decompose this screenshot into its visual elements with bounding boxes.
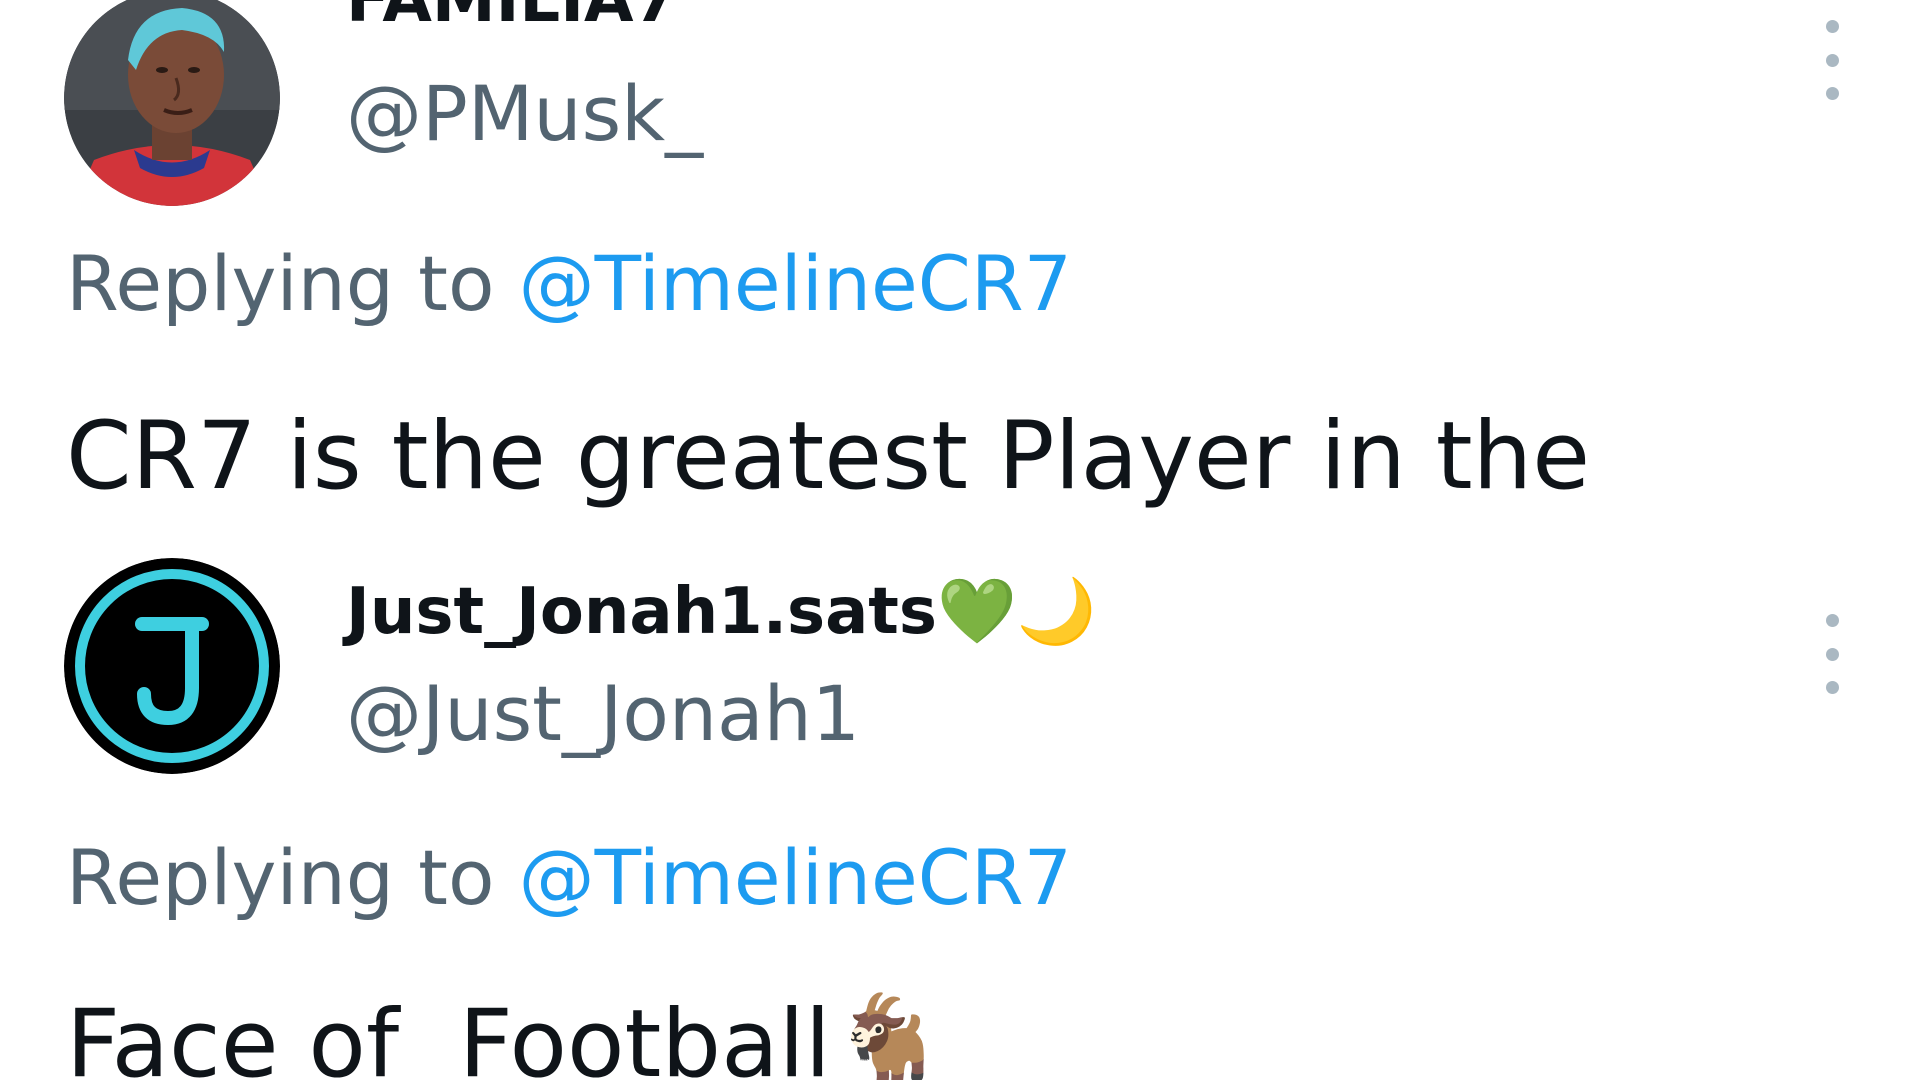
replying-to-line: Replying to @TimelineCR7 — [66, 246, 1072, 322]
more-options-button[interactable] — [1812, 12, 1852, 108]
tweet-text: Face of Football🐐 — [66, 998, 948, 1080]
more-dot-icon — [1825, 647, 1839, 661]
avatar[interactable] — [64, 0, 280, 206]
mention-link[interactable]: @TimelineCR7 — [519, 833, 1072, 922]
more-dot-icon — [1825, 20, 1839, 33]
replying-prefix: Replying to — [66, 239, 495, 328]
display-name-text: Just_Jonah1.sats — [346, 575, 937, 649]
mention-link[interactable]: @TimelineCR7 — [519, 239, 1072, 328]
more-dot-icon — [1825, 614, 1839, 627]
tweet-text-content: Face of Football — [66, 990, 831, 1080]
green-heart-icon: 💚 — [936, 575, 1017, 649]
tweet-text: CR7 is the greatest Player in the — [66, 402, 1591, 511]
replying-to-line: Replying to @TimelineCR7 — [66, 840, 1072, 916]
more-dot-icon — [1825, 87, 1839, 100]
letter-j-logo-avatar-icon — [64, 558, 280, 774]
user-handle[interactable]: @Just_Jonah1 — [346, 676, 860, 752]
display-name[interactable]: FAMILIA7 — [346, 0, 678, 32]
crescent-moon-icon: 🌙 — [1016, 575, 1097, 649]
more-dot-icon — [1825, 681, 1839, 694]
more-options-button[interactable] — [1812, 606, 1852, 702]
replying-prefix: Replying to — [66, 833, 495, 922]
avatar[interactable] — [64, 558, 280, 774]
user-handle[interactable]: @PMusk_ — [346, 76, 703, 152]
display-name[interactable]: Just_Jonah1.sats💚🌙 — [346, 580, 1096, 644]
player-photo-avatar-icon — [64, 0, 280, 206]
more-dot-icon — [1825, 53, 1839, 67]
tweet-thread: FAMILIA7 @PMusk_ Replying to @TimelineCR… — [0, 0, 1920, 1080]
goat-icon: 🐐 — [830, 990, 948, 1080]
